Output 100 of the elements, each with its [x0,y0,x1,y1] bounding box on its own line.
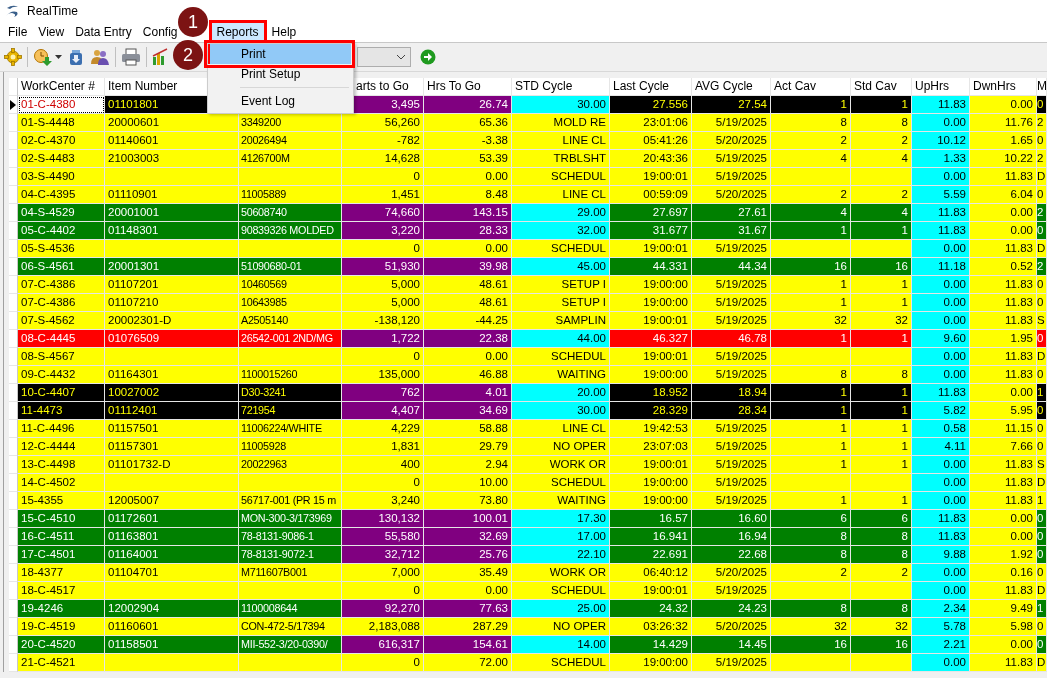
table-cell: 01164001 [105,546,239,564]
table-cell: 26542-001 2ND/MG [239,330,342,348]
column-header[interactable]: Last Cycle [610,78,692,96]
table-cell: 8 [851,114,912,132]
table-cell: 0 [342,474,424,492]
table-cell: 0.00 [970,384,1037,402]
table-cell: 0 [1037,276,1047,294]
table-cell: 46.327 [610,330,692,348]
table-cell: -138,120 [342,312,424,330]
table-cell: 1 [851,402,912,420]
table-cell: 4.01 [424,384,512,402]
column-header[interactable]: Std Cav [851,78,912,96]
table-cell: 01101732-D [105,456,239,474]
table-cell: 0 [342,240,424,258]
table-cell: 9.60 [912,330,970,348]
table-cell: 11.83 [912,96,970,114]
table-cell: 32 [851,312,912,330]
table-cell: 16 [851,258,912,276]
column-header[interactable]: WorkCenter # [18,78,105,96]
table-cell: 0 [1037,528,1047,546]
table-cell: 2 [1037,204,1047,222]
table-cell: 1 [771,492,851,510]
table-cell: 135,000 [342,366,424,384]
table-cell: 1 [771,438,851,456]
column-header[interactable]: DwnHrs [970,78,1037,96]
table-cell: SCHEDUL [512,240,610,258]
table-cell: 4126700M [239,150,342,168]
table-cell: 12-C-4444 [18,438,105,456]
menu-item[interactable]: Reports [210,22,265,42]
table-cell: 19:00:00 [610,492,692,510]
table-cell: 0.58 [912,420,970,438]
table-cell: 19-4246 [18,600,105,618]
table-cell: 8 [851,366,912,384]
table-cell: 32 [771,312,851,330]
table-cell: 32 [771,618,851,636]
table-cell: 1 [771,420,851,438]
column-header[interactable]: UpHrs [912,78,970,96]
table-cell: 16 [771,636,851,654]
table-cell: 19:00:00 [610,654,692,672]
table-cell: 11.83 [912,510,970,528]
window-title: RealTime [27,4,78,18]
table-cell: 0.00 [912,312,970,330]
table-cell: 0.00 [912,474,970,492]
column-header[interactable]: AVG Cycle [692,78,771,96]
table-cell: NO OPER [512,618,610,636]
table-cell: 01164301 [105,366,239,384]
menu-item[interactable]: File [4,22,32,42]
table-cell: 23:01:06 [610,114,692,132]
table-cell: 10.12 [912,132,970,150]
table-cell: 6 [851,510,912,528]
column-header[interactable]: STD Cycle [512,78,610,96]
table-cell: 1 [851,384,912,402]
table-cell: 23:07:03 [610,438,692,456]
column-header[interactable]: Act Cav [771,78,851,96]
table-cell: 8 [771,366,851,384]
table-cell: 100.01 [424,510,512,528]
table-cell: 11.83 [912,204,970,222]
table-cell: WAITING [512,492,610,510]
column-header[interactable]: M [1037,78,1047,96]
table-cell: SETUP I [512,276,610,294]
table-cell: 45.00 [512,258,610,276]
menu-item[interactable]: View [34,22,69,42]
table-cell: 2.94 [424,456,512,474]
table-cell: MII-552-3/20-0390/ [239,636,342,654]
table-cell: 0.00 [424,348,512,366]
table-cell: 44.00 [512,330,610,348]
table-cell: -44.25 [424,312,512,330]
table-cell: 0.00 [912,168,970,186]
table-cell: 0 [1037,222,1047,240]
table-cell: M711607B001 [239,564,342,582]
table-cell: 4,229 [342,420,424,438]
table-cell: 11.83 [912,528,970,546]
table-cell: 04-S-4529 [18,204,105,222]
table-cell: 14-C-4502 [18,474,105,492]
table-cell: 11.83 [970,240,1037,258]
table-cell: LINE CL [512,420,610,438]
table-cell: 1.33 [912,150,970,168]
table-cell: 18-4377 [18,564,105,582]
table-cell: 13-C-4498 [18,456,105,474]
table-cell: 1,722 [342,330,424,348]
table-cell: 1 [771,456,851,474]
table-cell: 78-8131-9086-1 [239,528,342,546]
table-cell: 10027002 [105,384,239,402]
table-cell: 14.00 [512,636,610,654]
table-cell: 07-C-4386 [18,294,105,312]
table-cell: 19:00:01 [610,582,692,600]
table-cell: 8 [851,546,912,564]
menu-item[interactable]: Help [267,22,301,42]
table-cell: 0.00 [970,204,1037,222]
table-cell: 22.10 [512,546,610,564]
table-cell: 2 [771,186,851,204]
table-cell: D [1037,168,1047,186]
table-cell: 5,000 [342,276,424,294]
table-cell: 8 [851,600,912,618]
table-cell: 1 [851,438,912,456]
menu-item[interactable]: Data Entry [71,22,136,42]
table-cell: 10460569 [239,276,342,294]
column-header[interactable]: Hrs To Go [424,78,512,96]
table-cell: 3,240 [342,492,424,510]
table-cell: 10643985 [239,294,342,312]
